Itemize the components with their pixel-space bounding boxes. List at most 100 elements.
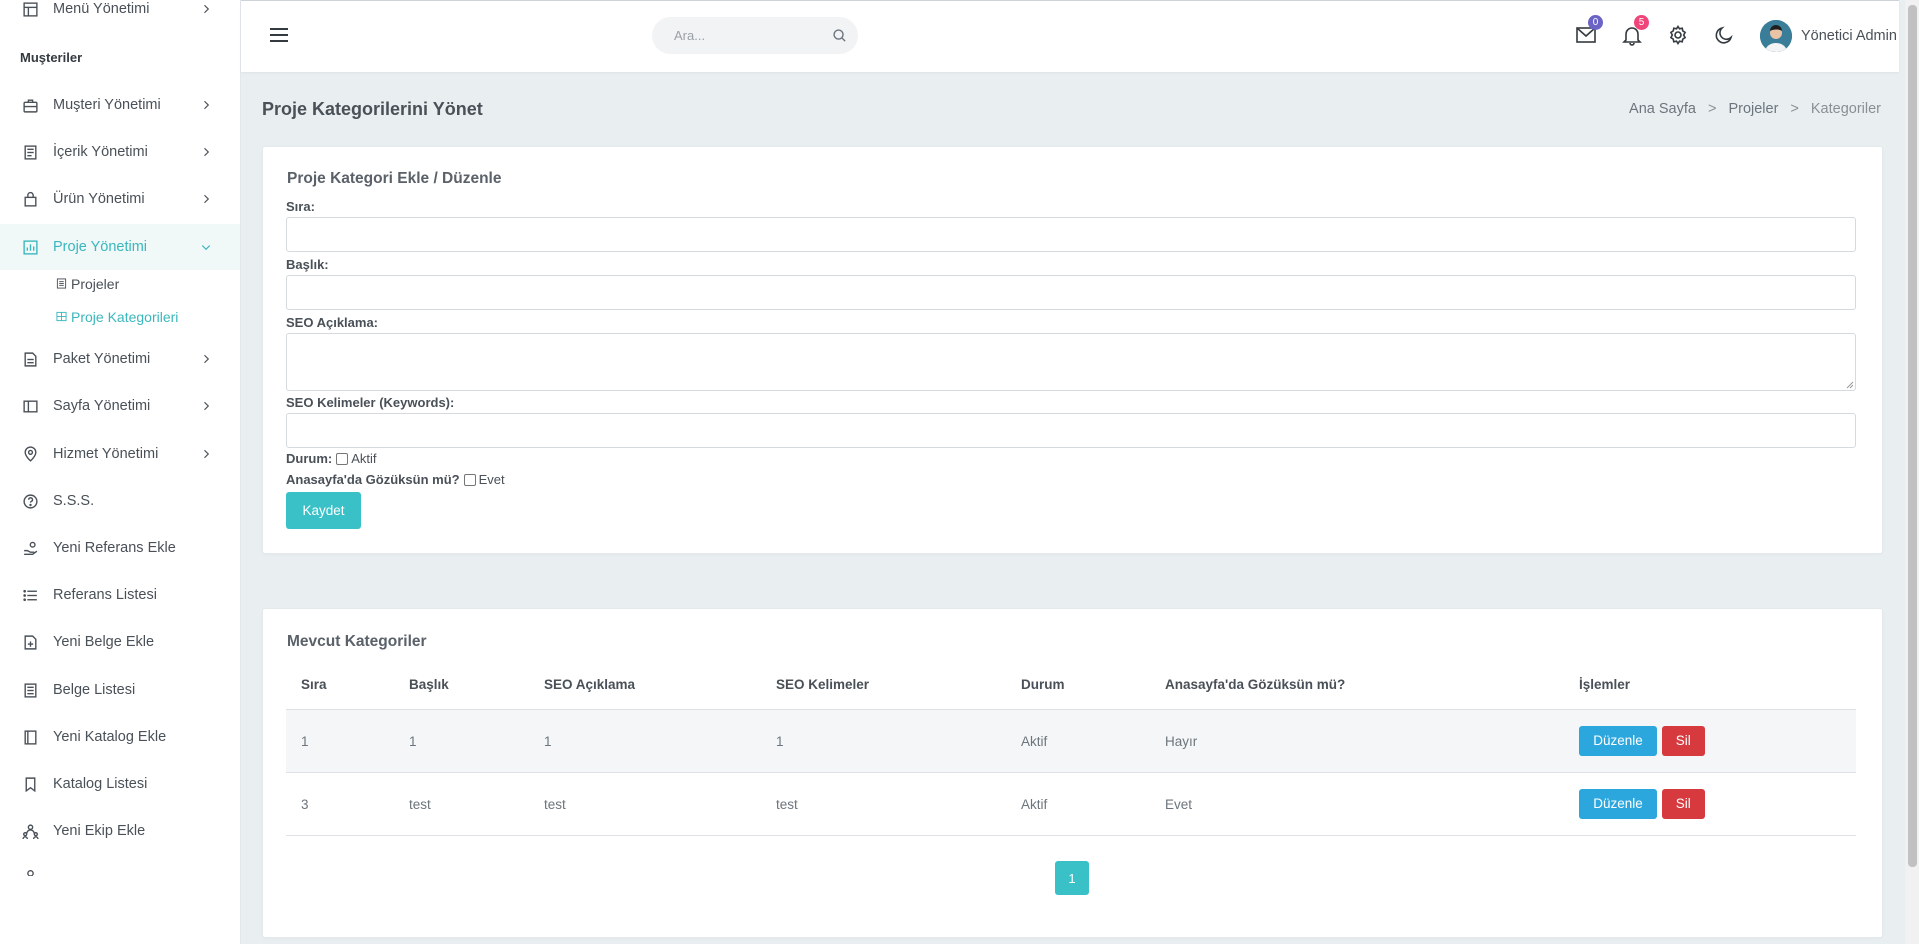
sidebar-item-musteri[interactable]: Muşteri Yönetimi [0,82,240,128]
table-row: 1 1 1 1 Aktif Hayır Düzenle Sil [286,709,1856,773]
cell-anasayfa: Evet [1150,772,1564,836]
cell-baslik: test [394,772,529,836]
col-anasayfa: Anasayfa'da Gözüksün mü? [1150,660,1564,710]
bag-icon [20,189,40,209]
table-header-row: Sıra Başlık SEO Açıklama SEO Kelimeler D… [286,660,1856,710]
sidebar-item-sayfa[interactable]: Sayfa Yönetimi [0,383,240,429]
cell-seo-aciklama: test [529,772,761,836]
cell-durum: Aktif [1006,709,1150,773]
sidebar-item-proje[interactable]: Proje Yönetimi [0,224,240,270]
edit-button[interactable]: Düzenle [1579,789,1657,819]
scrollbar-thumb[interactable] [1908,5,1917,867]
anasayfa-label: Anasayfa'da Gözüksün mü? [286,472,460,487]
seo-kelimeler-label: SEO Kelimeler (Keywords): [286,395,455,410]
sidebar-item-paket[interactable]: Paket Yönetimi [0,336,240,382]
breadcrumb: Ana Sayfa > Projeler > Kategoriler [1629,101,1881,117]
resize-handle-icon[interactable] [1846,381,1854,389]
help-circle-icon [20,491,40,511]
layout-icon [20,0,40,19]
edit-button[interactable]: Düzenle [1579,726,1657,756]
list-title: Mevcut Kategoriler [287,633,427,650]
sidebar-item-belge-listesi[interactable]: Belge Listesi [0,667,240,713]
anasayfa-option-label: Evet [478,472,505,487]
col-durum: Durum [1006,660,1150,710]
map-pin-icon [20,444,40,464]
sidebar-item-yeni-ekip[interactable]: Yeni Ekip Ekle [0,808,240,854]
gear-icon[interactable] [1667,24,1689,46]
bell-icon[interactable]: 5 [1621,15,1649,46]
durum-option-label: Aktif [351,451,377,466]
sidebar-item-yeni-referans[interactable]: Yeni Referans Ekle [0,525,240,571]
baslik-input[interactable] [286,275,1856,310]
sidebar: Menü Yönetimi Muşteriler Muşteri Yönetim… [0,0,241,944]
pagination-page-1[interactable]: 1 [1055,861,1089,895]
col-seo-aciklama: SEO Açıklama [529,660,761,710]
chevron-right-icon [200,98,214,112]
chevron-right-icon [200,447,214,461]
save-button[interactable]: Kaydet [286,492,361,529]
breadcrumb-home[interactable]: Ana Sayfa [1629,101,1696,117]
chevron-right-icon [200,399,214,413]
team-icon [20,821,40,841]
col-sira: Sıra [286,660,394,710]
notification-count-badge: 5 [1634,15,1649,30]
chevron-right-icon [200,145,214,159]
sidebar-item-icerik[interactable]: İçerik Yönetimi [0,129,240,175]
mail-icon[interactable]: 0 [1575,15,1603,46]
chevron-down-icon [200,240,214,254]
chevron-right-icon [200,192,214,206]
moon-icon[interactable] [1713,24,1735,46]
columns-icon [20,396,40,416]
sidebar-subitem-proje-kategorileri[interactable]: Proje Kategorileri [56,309,178,325]
sidebar-item-sss[interactable]: S.S.S. [0,478,240,524]
sidebar-item-yeni-belge[interactable]: Yeni Belge Ekle [0,619,240,665]
sidebar-item-referans-listesi[interactable]: Referans Listesi [0,572,240,618]
cell-actions: Düzenle Sil [1564,772,1856,836]
breadcrumb-separator-icon: > [1790,101,1799,117]
user-icon [20,866,40,876]
chevron-right-icon [200,2,214,16]
sidebar-subitem-projeler[interactable]: Projeler [56,276,119,292]
sidebar-item-urun[interactable]: Ürün Yönetimi [0,176,240,222]
avatar[interactable] [1760,20,1792,52]
list-icon [20,585,40,605]
cell-durum: Aktif [1006,772,1150,836]
cell-seo-kelimeler: 1 [761,709,1006,773]
delete-button[interactable]: Sil [1661,789,1705,819]
cell-seo-kelimeler: test [761,772,1006,836]
anasayfa-checkbox[interactable] [463,473,476,486]
durum-checkbox[interactable] [336,452,349,465]
col-seo-kelimeler: SEO Kelimeler [761,660,1006,710]
anasayfa-row: Anasayfa'da Gözüksün mü? Evet [286,472,505,487]
delete-button[interactable]: Sil [1661,726,1705,756]
breadcrumb-projeler[interactable]: Projeler [1728,101,1778,117]
search-input[interactable] [672,27,826,44]
sira-input[interactable] [286,217,1856,252]
cell-seo-aciklama: 1 [529,709,761,773]
bookmark-icon [20,774,40,794]
search-box [652,17,858,54]
seo-kelimeler-input[interactable] [286,413,1856,448]
hamburger-menu-icon[interactable] [268,24,290,46]
mail-count-badge: 0 [1588,15,1603,30]
grid-icon [56,309,67,325]
form-title: Proje Kategori Ekle / Düzenle [287,170,502,187]
cell-baslik: 1 [394,709,529,773]
sidebar-item-katalog-listesi[interactable]: Katalog Listesi [0,761,240,807]
list-icon [56,276,67,292]
sidebar-item-yeni-katalog[interactable]: Yeni Katalog Ekle [0,714,240,760]
sidebar-item-cutoff[interactable] [0,856,240,876]
page-title: Proje Kategorilerini Yönet [262,99,483,119]
breadcrumb-current: Kategoriler [1810,101,1881,117]
seo-aciklama-textarea[interactable] [286,333,1856,391]
durum-row: Durum: Aktif [286,451,377,466]
durum-label: Durum: [286,451,333,466]
page-scrollbar[interactable] [1905,0,1919,944]
user-name[interactable]: Yönetici Admin [1801,28,1897,44]
book-icon [20,727,40,747]
seo-aciklama-label: SEO Açıklama: [286,315,379,330]
cell-sira: 3 [286,772,394,836]
search-icon[interactable] [832,28,848,44]
sidebar-item-menu[interactable]: Menü Yönetimi [0,0,240,32]
sidebar-item-hizmet[interactable]: Hizmet Yönetimi [0,431,240,477]
